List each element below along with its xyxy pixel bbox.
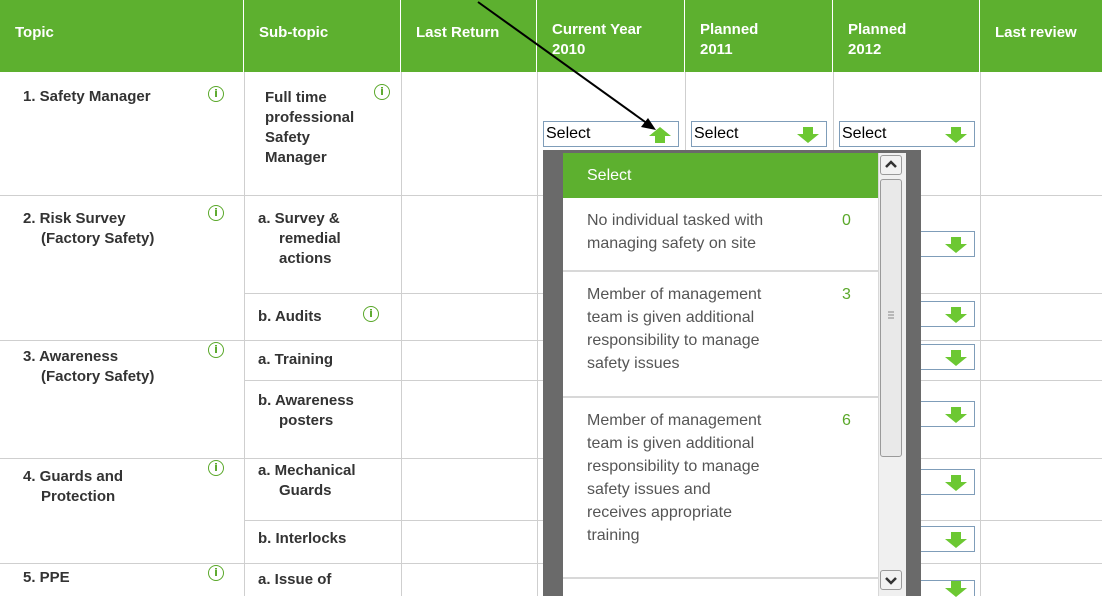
annotation-arrow-icon bbox=[477, 1, 656, 130]
safety-table: Topic Sub-topic Last Return Current Year… bbox=[0, 0, 1102, 597]
